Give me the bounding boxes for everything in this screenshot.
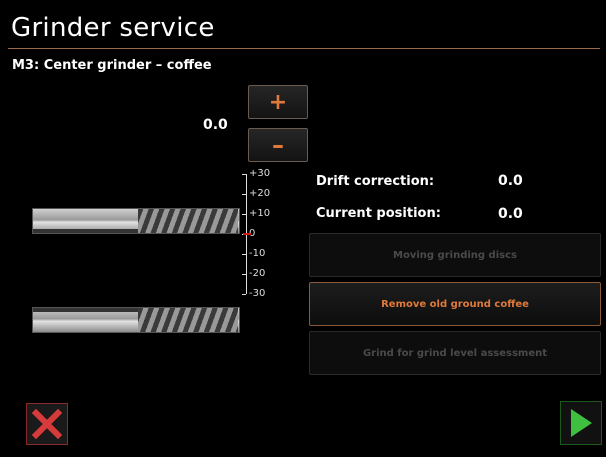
remove-old-ground-coffee-button[interactable]: Remove old ground coffee bbox=[309, 282, 601, 326]
grinder-subtitle: M3: Center grinder – coffee bbox=[12, 58, 212, 73]
scale-tick bbox=[242, 254, 246, 255]
scale-tick-label: -20 bbox=[249, 268, 266, 279]
action-label: Moving grinding discs bbox=[393, 249, 517, 261]
current-position-label: Current position: bbox=[316, 206, 441, 221]
current-position-marker bbox=[243, 233, 251, 235]
scale-tick bbox=[242, 294, 246, 295]
scale-tick-label: +10 bbox=[249, 208, 271, 219]
scale-tick bbox=[242, 214, 246, 215]
decrease-button[interactable]: – bbox=[248, 128, 308, 162]
next-button[interactable] bbox=[560, 401, 602, 445]
adjust-value: 0.0 bbox=[203, 117, 228, 133]
current-position-value: 0.0 bbox=[498, 206, 523, 222]
scale-tick-label: -10 bbox=[249, 248, 266, 259]
scale-tick-label: -30 bbox=[249, 288, 266, 299]
drift-correction-value: 0.0 bbox=[498, 173, 523, 189]
cancel-button[interactable] bbox=[26, 403, 68, 445]
upper-grinding-disc bbox=[32, 208, 240, 234]
scale-tick-label: +20 bbox=[249, 188, 271, 199]
plus-icon: + bbox=[268, 89, 288, 115]
minus-icon: – bbox=[272, 131, 284, 159]
x-icon bbox=[31, 408, 63, 440]
increase-button[interactable]: + bbox=[248, 85, 308, 119]
scale-tick bbox=[242, 194, 246, 195]
page-title: Grinder service bbox=[11, 13, 215, 43]
title-divider bbox=[8, 48, 600, 49]
lower-grinding-disc bbox=[32, 307, 240, 333]
position-scale: +30 +20 +10 0 -10 -20 -30 bbox=[236, 168, 296, 303]
grind-level-assessment-button[interactable]: Grind for grind level assessment bbox=[309, 331, 601, 375]
drift-correction-label: Drift correction: bbox=[316, 174, 435, 189]
action-label: Grind for grind level assessment bbox=[362, 347, 548, 359]
play-icon bbox=[571, 409, 592, 437]
moving-grinding-discs-button[interactable]: Moving grinding discs bbox=[309, 233, 601, 277]
scale-tick-label: +30 bbox=[249, 168, 271, 179]
action-label: Remove old ground coffee bbox=[381, 298, 529, 310]
scale-tick bbox=[242, 274, 246, 275]
scale-tick bbox=[242, 174, 246, 175]
